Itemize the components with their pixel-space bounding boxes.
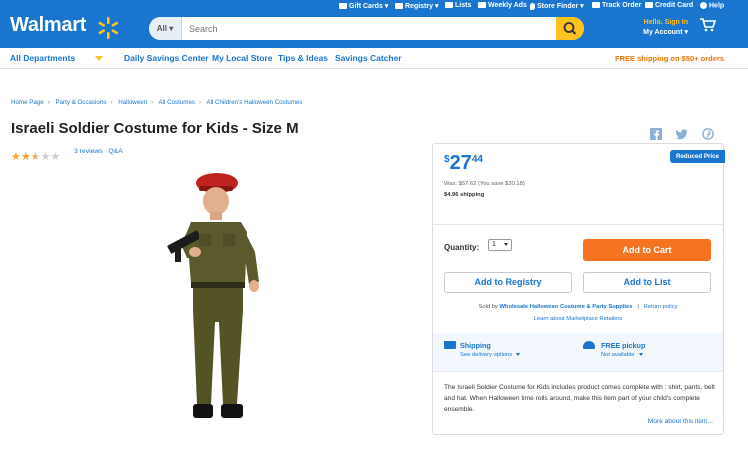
store-pickup-icon — [583, 341, 595, 349]
seller-link[interactable]: Wholesale Halloween Costume & Party Supp… — [499, 304, 632, 310]
twitter-icon[interactable] — [676, 128, 688, 140]
product-description: The Israeli Soldier Costume for Kids inc… — [444, 384, 715, 414]
breadcrumb-item[interactable]: All Children's Halloween Costumes — [206, 99, 302, 106]
quantity-label: Quantity: — [444, 243, 480, 252]
star-empty-icon: ★ — [50, 151, 61, 163]
nav-savings-catcher[interactable]: Savings Catcher — [335, 53, 402, 63]
free-shipping-banner[interactable]: FREE shipping on $50+ orders — [615, 54, 724, 63]
reduced-price-badge: Reduced Price — [670, 150, 725, 163]
breadcrumb-item[interactable]: Halloween — [118, 99, 147, 106]
weekly-ads-icon — [478, 2, 486, 9]
pickup-availability-label: Not available — [601, 352, 635, 358]
search-scope-select[interactable]: All ▾ — [149, 17, 182, 40]
rating-stars[interactable]: ★★★★★ — [11, 147, 60, 163]
help-label: Help — [709, 2, 725, 10]
divider — [432, 224, 724, 225]
breadcrumb: Home Page › Party & Occasions › Halloween ›… — [11, 99, 303, 106]
gift-cards-link[interactable]: Gift Cards ▾ — [339, 2, 388, 10]
search-button[interactable] — [556, 17, 584, 40]
star-half-icon: ★ — [30, 151, 41, 163]
pinterest-icon[interactable] — [702, 128, 714, 140]
was-price: Was: $57.62 (You save $30.18) — [444, 181, 525, 187]
sold-by-prefix: Sold by — [478, 304, 498, 310]
product-image[interactable] — [163, 172, 271, 425]
registry-label: Registry — [405, 3, 434, 10]
add-to-cart-button[interactable]: Add to Cart — [583, 239, 711, 261]
chevron-down-icon — [516, 352, 521, 356]
breadcrumb-item[interactable]: All Costumes — [159, 99, 195, 106]
star-icon: ★ — [11, 151, 21, 163]
sold-by: Sold by Wholesale Halloween Costume & Pa… — [478, 304, 678, 310]
my-account-label: My Account ▾ — [643, 29, 688, 36]
price-cents: 44 — [471, 154, 483, 165]
pickup-option-title[interactable]: FREE pickup — [601, 341, 645, 350]
list-icon — [445, 2, 453, 9]
reviews-link[interactable]: 3 reviews — [74, 148, 103, 155]
lists-label: Lists — [455, 2, 472, 9]
facebook-icon[interactable] — [650, 128, 662, 140]
all-departments-menu[interactable]: All Departments — [10, 53, 75, 63]
divider — [432, 371, 724, 372]
header-bar: Walmart All ▾ Gift Cards ▾ Registry ▾ Li… — [0, 0, 748, 48]
search-scope-label: All — [156, 24, 167, 33]
store-finder-label: Store Finder — [537, 3, 579, 10]
store-finder-link[interactable]: Store Finder ▾ — [530, 2, 584, 10]
registry-link[interactable]: Registry ▾ — [395, 2, 438, 10]
spark-logo-icon[interactable] — [96, 16, 120, 40]
chevron-down-icon — [504, 243, 508, 246]
search-icon — [563, 22, 577, 35]
help-icon — [700, 2, 707, 9]
credit-card-label: Credit Card — [655, 2, 694, 9]
nav-daily-savings[interactable]: Daily Savings Center — [124, 53, 209, 63]
learn-marketplace-link[interactable]: Learn about Marketplace Retailers — [432, 316, 724, 322]
reviews-links: 3 reviews Q&A — [74, 148, 123, 155]
my-account-text: My Account — [643, 29, 683, 36]
truck-icon — [444, 341, 456, 349]
nav-tips-ideas[interactable]: Tips & Ideas — [278, 53, 328, 63]
lists-link[interactable]: Lists — [445, 2, 471, 9]
search-input[interactable] — [189, 17, 549, 40]
pickup-availability-link[interactable]: Not available — [601, 352, 643, 358]
price-currency: $ — [444, 154, 450, 165]
gift-cards-label: Gift Cards — [349, 3, 383, 10]
return-policy-link[interactable]: Return policy — [644, 304, 678, 310]
chevron-down-icon — [638, 352, 643, 356]
breadcrumb-item[interactable]: Home Page — [11, 99, 44, 106]
cart-icon[interactable] — [700, 18, 716, 32]
product-title: Israeli Soldier Costume for Kids - Size … — [11, 120, 299, 137]
gift-icon — [339, 3, 347, 10]
credit-card-link[interactable]: Credit Card — [645, 2, 693, 9]
price: $2744 — [444, 152, 483, 175]
price-dollars: 27 — [449, 152, 472, 174]
delivery-options-label: See delivery options — [460, 352, 513, 358]
sign-in-link[interactable]: Hello. Sign In — [636, 18, 688, 28]
star-empty-icon: ★ — [40, 151, 51, 163]
search-bar: All ▾ — [149, 17, 584, 40]
qa-link[interactable]: Q&A — [108, 148, 122, 155]
breadcrumb-item[interactable]: Party & Occasions — [55, 99, 106, 106]
chevron-down-icon[interactable] — [95, 56, 103, 61]
location-pin-icon — [530, 2, 535, 10]
weekly-ads-label: Weekly Ads — [488, 2, 527, 9]
quantity-value: 1 — [492, 241, 496, 248]
department-nav: All Departments Daily Savings Center My … — [0, 48, 748, 69]
quantity-select[interactable]: 1 — [488, 239, 512, 251]
shipping-option-title[interactable]: Shipping — [460, 341, 491, 350]
walmart-logo[interactable]: Walmart — [10, 14, 86, 37]
account-menu[interactable]: Hello. Sign In My Account ▾ — [636, 18, 688, 38]
star-icon: ★ — [20, 151, 31, 163]
nav-my-local-store[interactable]: My Local Store — [212, 53, 272, 63]
more-about-item-link[interactable]: More about this item... — [648, 418, 713, 425]
add-to-registry-button[interactable]: Add to Registry — [444, 272, 572, 293]
registry-icon — [395, 3, 403, 10]
weekly-ads-link[interactable]: Weekly Ads — [478, 2, 527, 9]
shipping-cost: $4.96 shipping — [444, 192, 485, 198]
track-order-label: Track Order — [602, 2, 642, 9]
credit-card-icon — [645, 2, 653, 9]
add-to-list-button[interactable]: Add to List — [583, 272, 711, 293]
truck-icon — [592, 2, 600, 9]
delivery-options-link[interactable]: See delivery options — [460, 352, 521, 358]
help-link[interactable]: Help — [700, 2, 724, 9]
track-order-link[interactable]: Track Order — [592, 2, 641, 9]
